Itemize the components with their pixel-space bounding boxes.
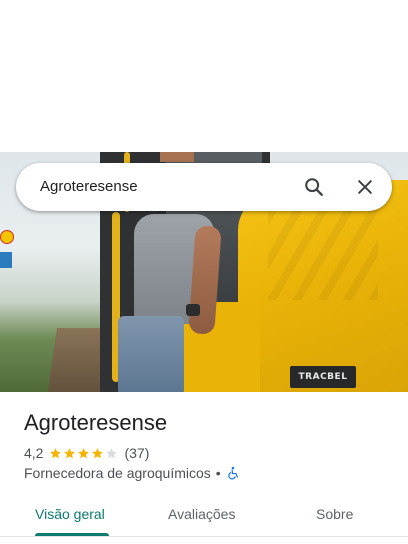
category-row: Fornecedora de agroquímicos •: [24, 465, 240, 481]
close-icon[interactable]: [355, 177, 375, 197]
star-filled-icon: [50, 447, 62, 458]
review-count[interactable]: (37): [124, 445, 149, 461]
tab-about[interactable]: Sobre: [316, 506, 353, 522]
tab-overview[interactable]: Visão geral: [35, 506, 105, 522]
tab-bar: Visão geral Avaliações Sobre: [0, 500, 408, 544]
rating-row[interactable]: 4,2 (37): [24, 445, 149, 461]
sign-post: [0, 252, 12, 268]
star-filled-icon: [78, 447, 90, 458]
search-bar[interactable]: Agroteresense: [16, 163, 392, 211]
wheelchair-icon: [226, 466, 240, 480]
tabs-divider: [0, 536, 408, 537]
search-input[interactable]: Agroteresense: [40, 178, 138, 195]
separator-dot: •: [215, 465, 221, 481]
star-rating: [49, 447, 118, 460]
person-head: [160, 152, 194, 162]
brand-plate: TRACBEL: [290, 366, 356, 388]
tab-reviews[interactable]: Avaliações: [168, 506, 235, 522]
search-icon[interactable]: [303, 176, 325, 198]
rating-value: 4,2: [24, 445, 44, 461]
star-filled-icon: [92, 447, 104, 458]
star-empty-icon: [106, 447, 118, 458]
star-filled-icon: [64, 447, 76, 458]
wristwatch: [186, 304, 200, 316]
place-title: Agroteresense: [24, 410, 168, 435]
person-jeans: [118, 316, 184, 392]
machine-grille: [268, 210, 378, 300]
place-category: Fornecedora de agroquímicos: [24, 465, 211, 481]
shell-logo: [0, 230, 14, 244]
